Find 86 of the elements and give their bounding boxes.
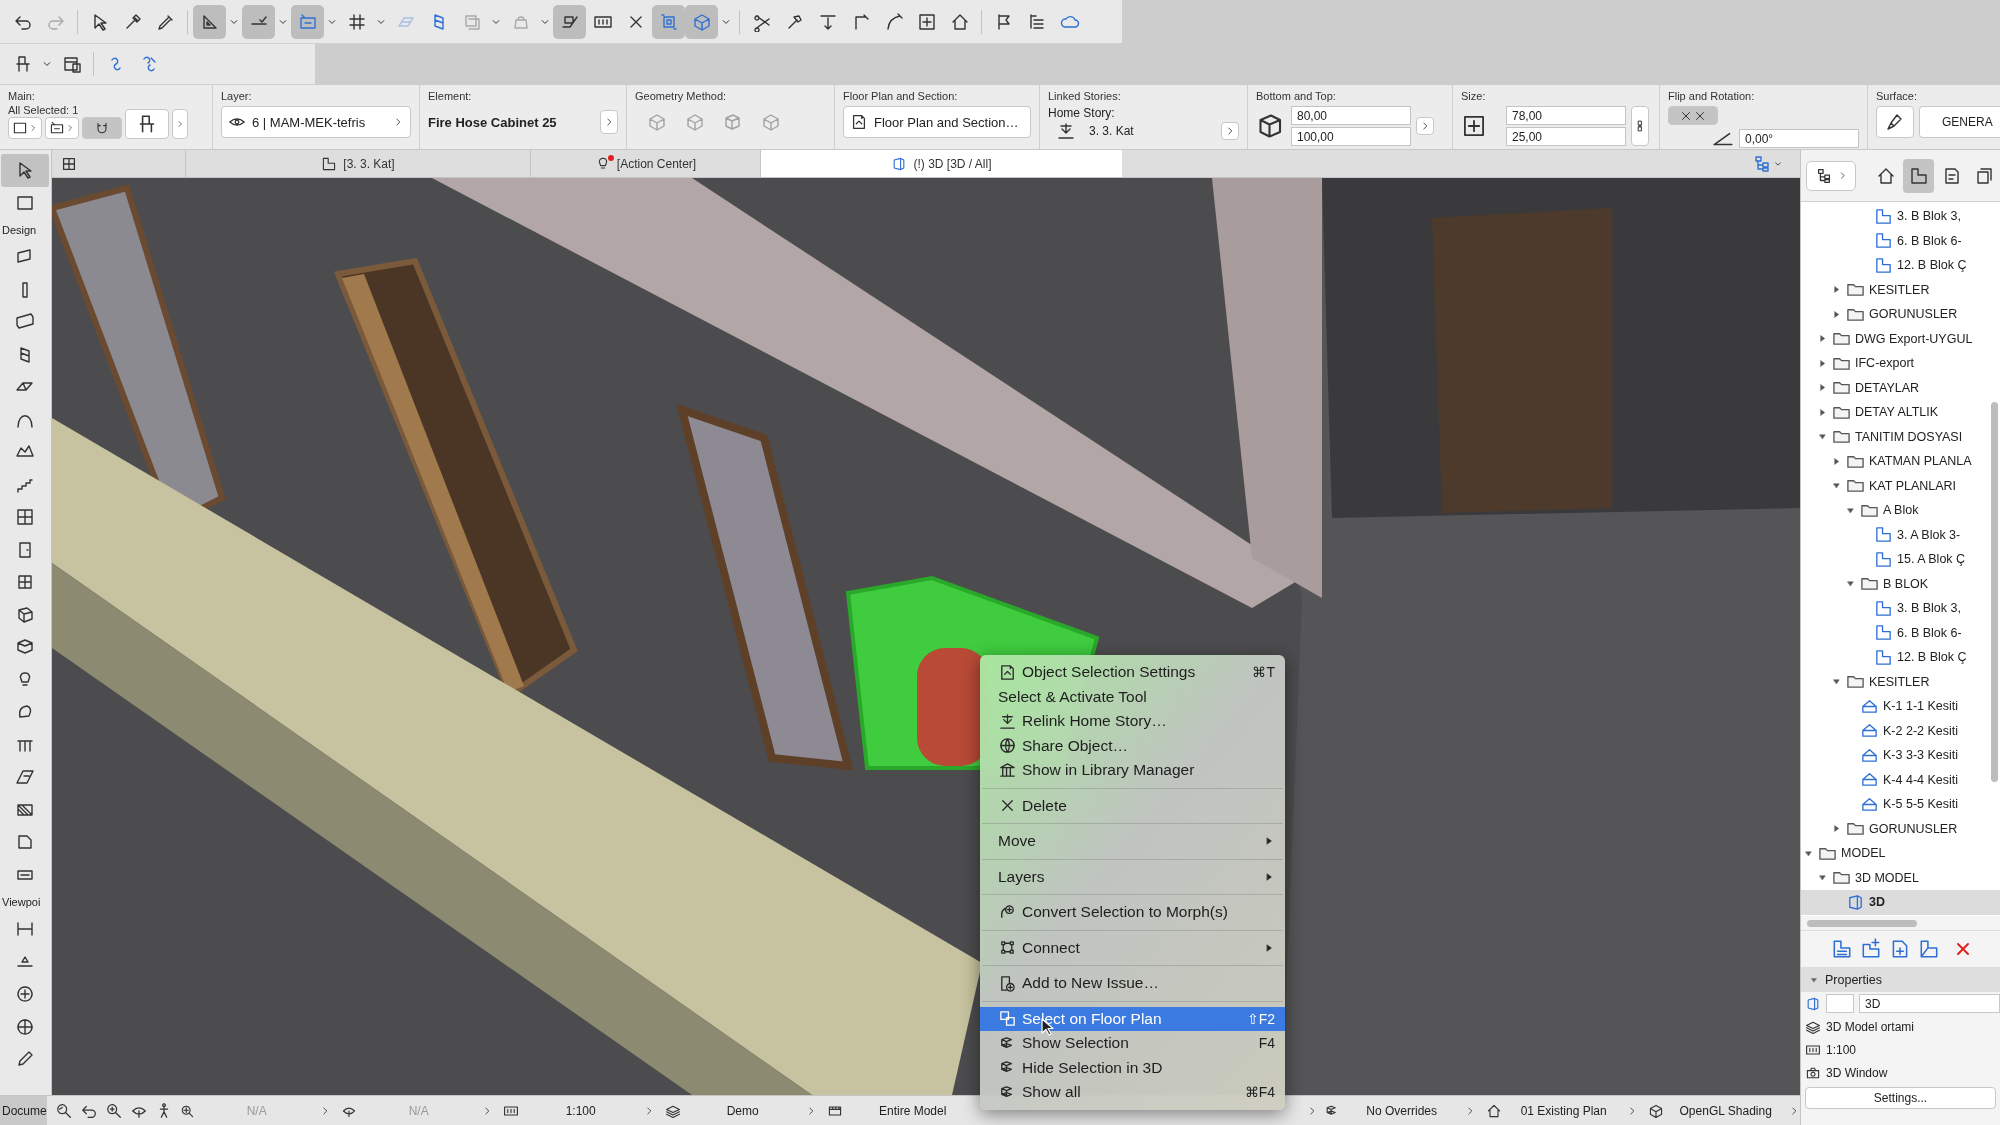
input-field[interactable]: 100,00 <box>1291 127 1411 146</box>
view-tab[interactable]: (!) 3D [3D / All] <box>760 150 1122 177</box>
field-label: Home Story: <box>1048 106 1116 120</box>
group-label: Geometry Method: <box>635 90 728 102</box>
tree-item[interactable]: 3. B Blok 3, <box>1801 204 2000 229</box>
tree-item[interactable]: KESITLER <box>1801 669 2000 694</box>
surface-material-button[interactable]: GENERA <box>1919 106 2000 138</box>
property-value: 3D Window <box>1826 1065 1888 1080</box>
tree-item[interactable]: MODEL <box>1801 841 2000 866</box>
shortcut-label: F4 <box>1258 1035 1275 1052</box>
property-value: 1:100 <box>1826 1042 1857 1057</box>
menu-item[interactable]: Show in Library Manager <box>980 758 1285 783</box>
menu-item[interactable]: Select & Activate Tool <box>980 684 1285 709</box>
tree-item[interactable]: 6. B Blok 6- <box>1801 620 2000 645</box>
tree-item[interactable]: KESITLER <box>1801 277 2000 302</box>
section-label: Viewpoi <box>1 895 42 910</box>
shortcut-label: ⌘T <box>1252 664 1275 681</box>
tree-item[interactable]: DETAYLAR <box>1801 375 2000 400</box>
settings-button[interactable]: Settings... <box>1805 1087 1996 1109</box>
input-field[interactable]: 3D <box>1859 994 2000 1013</box>
tree-item[interactable]: K-5 5-5 Kesiti <box>1801 792 2000 817</box>
tree-item[interactable]: K-1 1-1 Kesiti <box>1801 694 2000 719</box>
tree-item[interactable]: 12. B Blok Ç <box>1801 645 2000 670</box>
shortcut-label: ⌘F4 <box>1244 1084 1275 1101</box>
status-value[interactable]: Demo <box>680 1103 805 1118</box>
group-label: Element: <box>428 90 473 102</box>
tree-item[interactable]: 3. A Blok 3- <box>1801 522 2000 547</box>
menu-item[interactable]: Show Selection F4 <box>980 1031 1285 1056</box>
menu-item[interactable]: Layers <box>980 864 1285 889</box>
tree-item[interactable]: DWG Export-UYGUL <box>1801 326 2000 351</box>
status-value[interactable]: No Overrides <box>1339 1103 1464 1118</box>
input-field[interactable]: 78,00 <box>1506 106 1626 125</box>
group-label: Floor Plan and Section: <box>843 90 959 102</box>
tree-item[interactable]: 15. A Blok Ç <box>1801 547 2000 572</box>
tree-item[interactable]: 3D <box>1801 890 2000 915</box>
status-value[interactable]: 1:100 <box>518 1103 643 1118</box>
group-label: Main: <box>8 90 36 102</box>
selection-count: All Selected: 1 <box>8 104 80 116</box>
menu-item[interactable]: Show all ⌘F4 <box>980 1080 1285 1105</box>
status-value[interactable]: 01 Existing Plan <box>1501 1103 1626 1118</box>
properties-header[interactable]: Properties <box>1801 967 2000 992</box>
section-label: Design <box>1 223 38 238</box>
input-field[interactable]: 80,00 <box>1291 106 1411 125</box>
menu-item[interactable]: Share Object… <box>980 733 1285 758</box>
shortcut-label: ⇧F2 <box>1246 1010 1275 1027</box>
menu-item[interactable]: Connect <box>980 935 1285 960</box>
status-value[interactable]: OpenGL Shading <box>1663 1103 1788 1118</box>
tree-item[interactable]: K-2 2-2 Kesiti <box>1801 718 2000 743</box>
tree-item[interactable]: K-3 3-3 Kesiti <box>1801 743 2000 768</box>
menu-item[interactable]: Move <box>980 829 1285 854</box>
group-label: Linked Stories: <box>1048 90 1122 102</box>
element-name: Fire Hose Cabinet 25 <box>428 114 557 130</box>
menu-item[interactable]: Hide Selection in 3D <box>980 1055 1285 1080</box>
status-value[interactable]: Entire Model <box>842 1103 983 1118</box>
tree-item[interactable]: KAT PLANLARI <box>1801 473 2000 498</box>
tree-item[interactable]: DETAY ALTLIK <box>1801 400 2000 425</box>
input-field[interactable]: 0,00° <box>1739 128 1859 148</box>
tree-item[interactable]: K-4 4-4 Kesiti <box>1801 767 2000 792</box>
tree-item[interactable]: B BLOK <box>1801 571 2000 596</box>
tree-item[interactable]: TANITIM DOSYASI <box>1801 424 2000 449</box>
tree-item[interactable]: KATMAN PLANLA <box>1801 449 2000 474</box>
home-story: 3. 3. Kat <box>1089 124 1134 138</box>
tree-item[interactable]: 12. B Blok Ç <box>1801 253 2000 278</box>
view-tab[interactable]: [3. 3. Kat] <box>185 150 530 177</box>
tree-item[interactable]: A Blok <box>1801 498 2000 523</box>
input-field[interactable]: 25,00 <box>1506 127 1626 146</box>
tree-item[interactable]: 3D MODEL <box>1801 865 2000 890</box>
layer-dropdown[interactable]: 6 | MAM-MEK-tefris <box>221 106 411 138</box>
menu-item[interactable]: Delete <box>980 793 1285 818</box>
panel-label: Docume <box>0 1096 47 1125</box>
property-value: 3D Model ortami <box>1826 1019 1915 1034</box>
tree-item[interactable]: GORUNUSLER <box>1801 302 2000 327</box>
tree-item[interactable]: IFC-export <box>1801 351 2000 376</box>
menu-item[interactable]: Object Selection Settings ⌘T <box>980 660 1285 685</box>
floor-plan-button[interactable]: Floor Plan and Section… <box>843 106 1031 138</box>
menu-item[interactable]: Add to New Issue… <box>980 971 1285 996</box>
tree-item[interactable]: 6. B Blok 6- <box>1801 228 2000 253</box>
menu-item[interactable]: Relink Home Story… <box>980 709 1285 734</box>
group-label: Size: <box>1461 90 1487 102</box>
menu-item[interactable]: Convert Selection to Morph(s) <box>980 900 1285 925</box>
group-label: Surface: <box>1876 90 1918 102</box>
group-label: Layer: <box>221 90 253 102</box>
group-label: Bottom and Top: <box>1256 90 1337 102</box>
tree-item[interactable]: GORUNUSLER <box>1801 816 2000 841</box>
group-label: Flip and Rotation: <box>1668 90 1756 102</box>
tree-item[interactable]: 3. B Blok 3, <box>1801 596 2000 621</box>
